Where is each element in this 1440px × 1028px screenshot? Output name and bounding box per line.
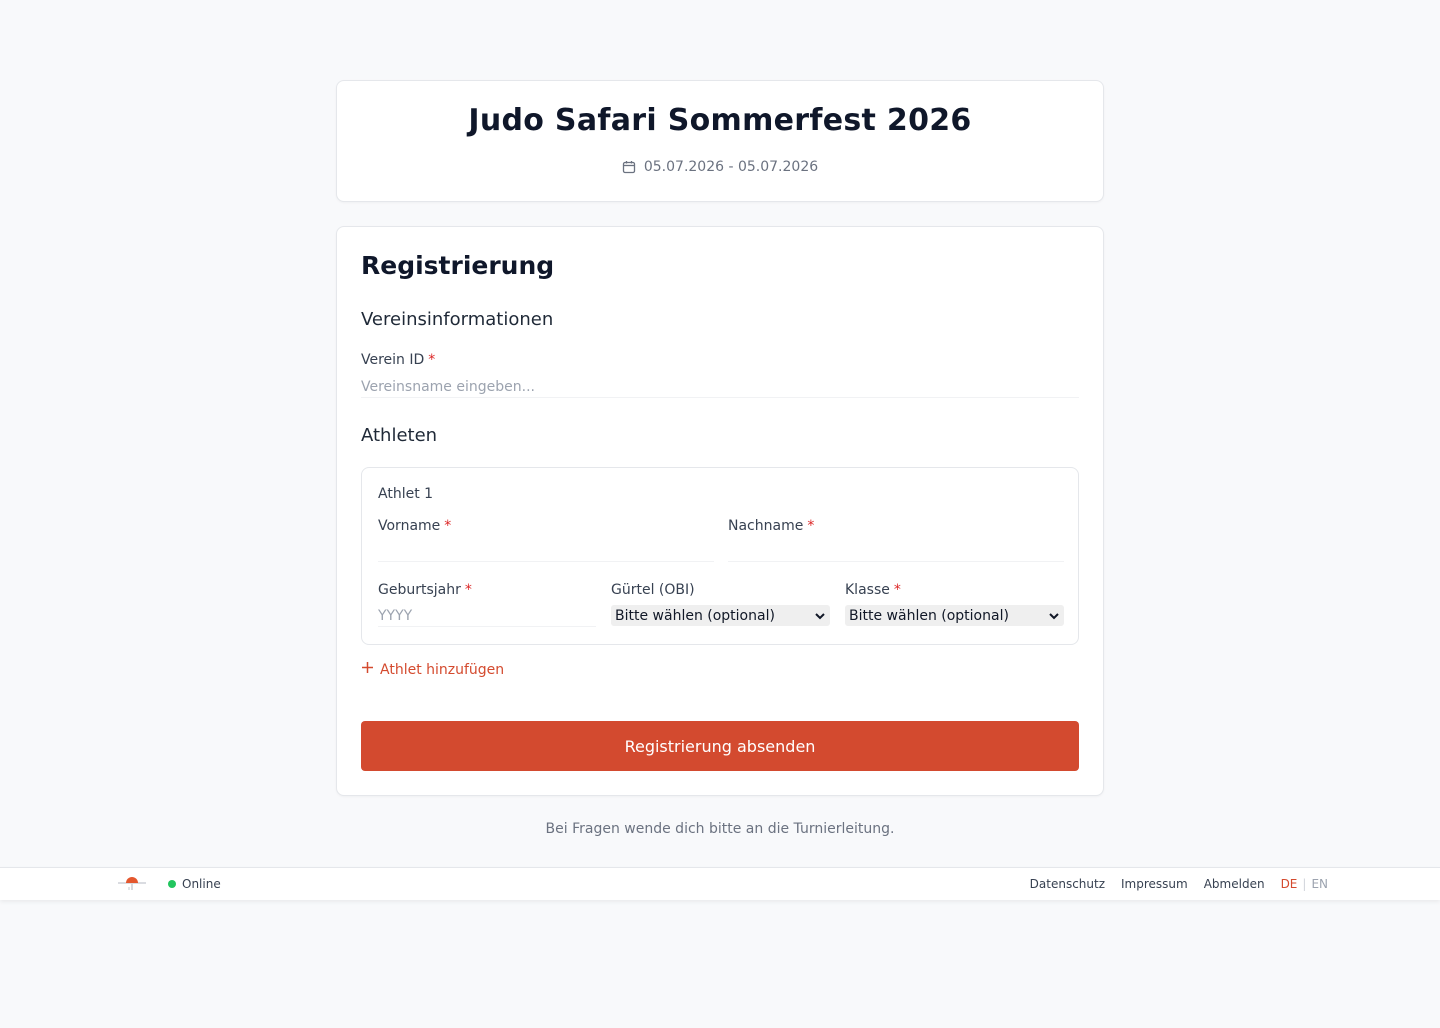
required-marker: * xyxy=(428,352,436,368)
birth-year-label: Geburtsjahr * xyxy=(378,582,472,598)
club-id-label-text: Verein ID xyxy=(361,352,425,368)
chevron-down-icon xyxy=(814,610,826,622)
footer-links: Datenschutz Impressum Abmelden DE | EN xyxy=(1014,877,1328,891)
club-section-title: Vereinsinformationen xyxy=(361,309,554,330)
judo-logo-icon xyxy=(117,876,147,896)
language-switcher: DE | EN xyxy=(1281,877,1328,891)
privacy-link[interactable]: Datenschutz xyxy=(1030,877,1105,891)
lang-separator: | xyxy=(1302,877,1307,891)
birth-year-label-text: Geburtsjahr xyxy=(378,582,461,598)
lang-en-link[interactable]: EN xyxy=(1311,877,1328,891)
help-text: Bei Fragen wende dich bitte an die Turni… xyxy=(545,821,895,837)
required-marker: * xyxy=(444,518,452,534)
status-dot xyxy=(168,880,176,888)
submit-registration-button[interactable]: Registrierung absenden xyxy=(361,721,1079,771)
chevron-down-icon xyxy=(1048,610,1060,622)
belt-label: Gürtel (OBI) xyxy=(611,582,695,598)
class-selected-value: Bitte wählen (optional) xyxy=(849,607,1009,624)
registration-title: Registrierung xyxy=(361,251,555,280)
first-name-input[interactable] xyxy=(378,540,714,562)
calendar-icon xyxy=(622,160,636,174)
class-label: Klasse * xyxy=(845,582,901,598)
imprint-link[interactable]: Impressum xyxy=(1121,877,1188,891)
first-name-label: Vorname * xyxy=(378,518,451,534)
event-dates: 05.07.2026 - 05.07.2026 xyxy=(337,159,1103,175)
birth-year-input[interactable] xyxy=(378,605,596,627)
last-name-input[interactable] xyxy=(728,540,1064,562)
last-name-label: Nachname * xyxy=(728,518,814,534)
belt-selected-value: Bitte wählen (optional) xyxy=(615,607,775,624)
add-athlete-button[interactable]: Athlet hinzufügen xyxy=(361,661,504,678)
class-label-text: Klasse xyxy=(845,582,890,598)
athlete-title: Athlet 1 xyxy=(378,486,434,502)
status-label: Online xyxy=(182,877,221,891)
last-name-label-text: Nachname xyxy=(728,518,804,534)
required-marker: * xyxy=(807,518,815,534)
athletes-section-title: Athleten xyxy=(361,425,438,446)
club-id-label: Verein ID * xyxy=(361,352,435,368)
club-id-input[interactable] xyxy=(361,376,1079,398)
required-marker: * xyxy=(893,582,901,598)
connection-status: Online xyxy=(168,877,221,891)
event-title: Judo Safari Sommerfest 2026 xyxy=(468,103,972,138)
class-select[interactable]: Bitte wählen (optional) xyxy=(845,605,1064,626)
footer: Online Datenschutz Impressum Abmelden DE… xyxy=(0,867,1440,900)
event-header-card: Judo Safari Sommerfest 2026 05.07.2026 -… xyxy=(336,80,1104,202)
athlete-card: Athlet 1 Vorname * Nachname * Geburtsjahr *… xyxy=(361,467,1079,645)
lang-de-link[interactable]: DE xyxy=(1281,877,1298,891)
first-name-label-text: Vorname xyxy=(378,518,441,534)
belt-select[interactable]: Bitte wählen (optional) xyxy=(611,605,830,626)
plus-icon xyxy=(361,661,374,678)
required-marker: * xyxy=(464,582,472,598)
logout-link[interactable]: Abmelden xyxy=(1204,877,1265,891)
registration-form-card: Registrierung Vereinsinformationen Verei… xyxy=(336,226,1104,796)
add-athlete-label: Athlet hinzufügen xyxy=(380,661,505,678)
event-date-range: 05.07.2026 - 05.07.2026 xyxy=(643,159,819,175)
